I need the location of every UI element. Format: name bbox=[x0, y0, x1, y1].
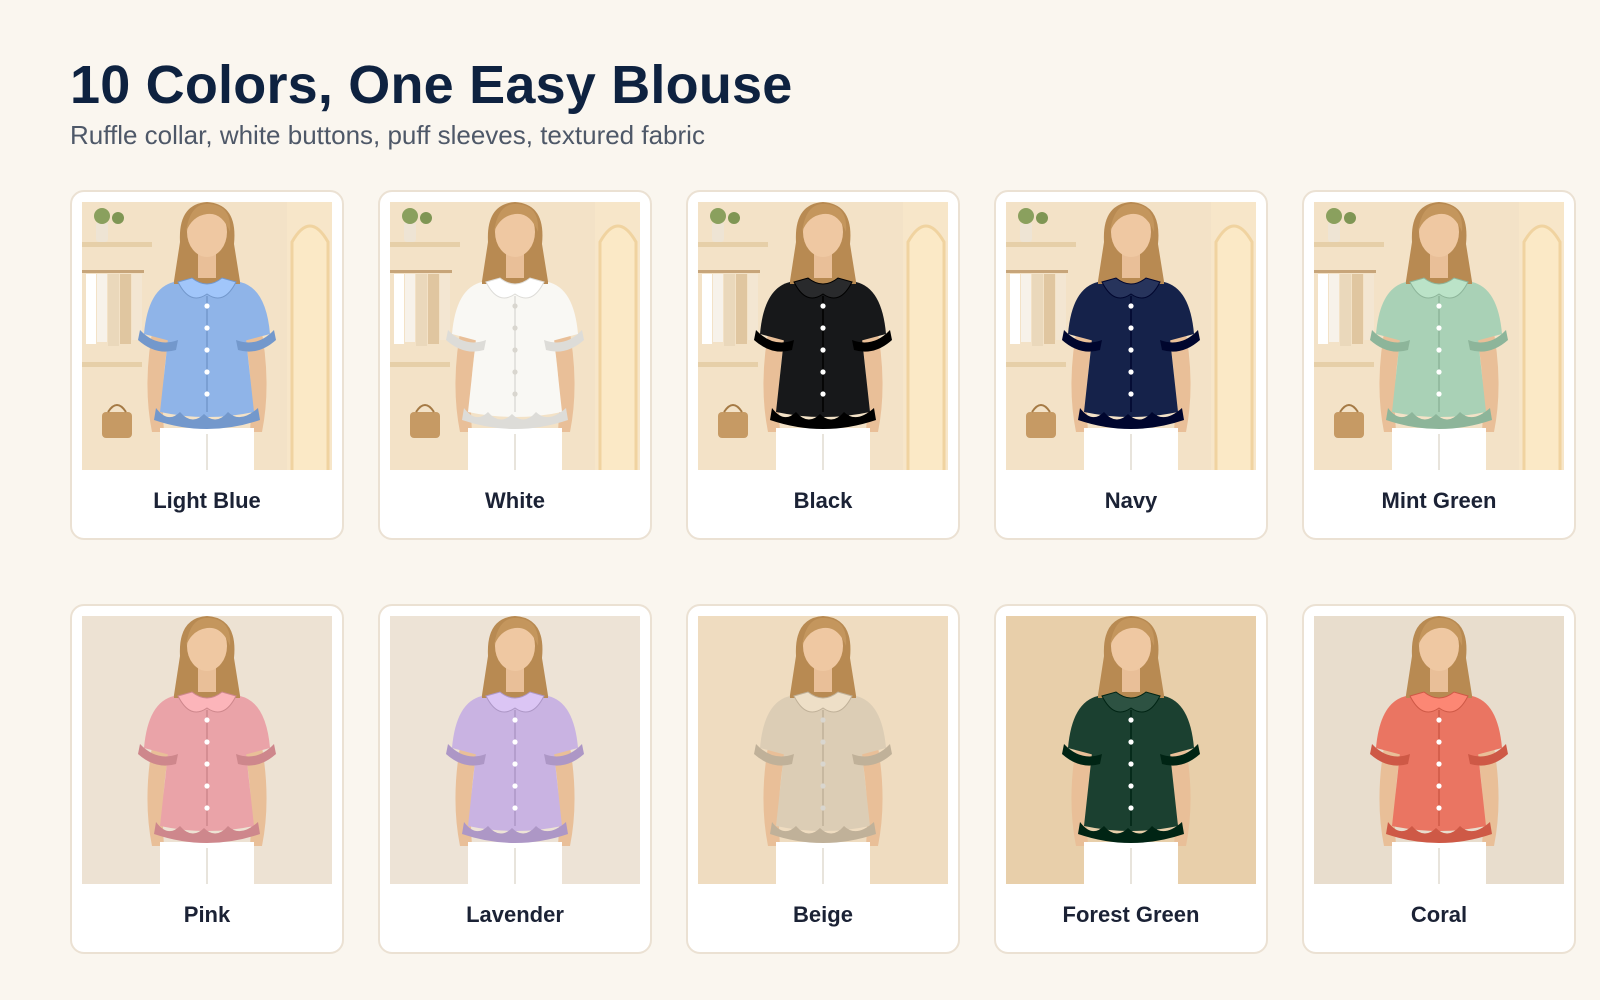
model-illustration bbox=[698, 202, 948, 470]
product-photo-mint-green bbox=[1314, 202, 1564, 470]
color-card-lavender[interactable]: Lavender bbox=[378, 604, 652, 954]
model-illustration bbox=[390, 616, 640, 884]
product-photo-light-blue bbox=[82, 202, 332, 470]
product-photo-forest-green bbox=[1006, 616, 1256, 884]
color-card-light-blue[interactable]: Light Blue bbox=[70, 190, 344, 540]
product-photo-navy bbox=[1006, 202, 1256, 470]
color-label: Navy bbox=[1104, 488, 1158, 513]
color-label: Coral bbox=[1410, 902, 1468, 927]
color-label: Black bbox=[793, 488, 853, 513]
model-illustration bbox=[1006, 616, 1256, 884]
color-grid: Light Blue White Black Navy Mint Green P… bbox=[70, 190, 1576, 954]
color-label: Lavender bbox=[466, 902, 564, 927]
product-photo-lavender bbox=[390, 616, 640, 884]
page-title: 10 Colors, One Easy Blouse bbox=[70, 55, 793, 115]
product-photo-white bbox=[390, 202, 640, 470]
color-card-forest-green[interactable]: Forest Green bbox=[994, 604, 1268, 954]
product-photo-black bbox=[698, 202, 948, 470]
color-label: Pink bbox=[183, 902, 231, 927]
color-card-white[interactable]: White bbox=[378, 190, 652, 540]
model-illustration bbox=[1314, 616, 1564, 884]
product-photo-coral bbox=[1314, 616, 1564, 884]
color-card-mint-green[interactable]: Mint Green bbox=[1302, 190, 1576, 540]
color-label: White bbox=[485, 488, 545, 513]
model-illustration bbox=[1006, 202, 1256, 470]
color-label: Forest Green bbox=[1062, 902, 1200, 927]
model-illustration bbox=[1314, 202, 1564, 470]
model-illustration bbox=[390, 202, 640, 470]
color-label: Mint Green bbox=[1381, 488, 1497, 513]
model-illustration bbox=[82, 616, 332, 884]
page-subtitle: Ruffle collar, white buttons, puff sleev… bbox=[70, 120, 705, 150]
color-card-black[interactable]: Black bbox=[686, 190, 960, 540]
color-card-beige[interactable]: Beige bbox=[686, 604, 960, 954]
color-label: Light Blue bbox=[153, 488, 261, 513]
color-card-navy[interactable]: Navy bbox=[994, 190, 1268, 540]
color-card-coral[interactable]: Coral bbox=[1302, 604, 1576, 954]
product-photo-beige bbox=[698, 616, 948, 884]
model-illustration bbox=[698, 616, 948, 884]
product-photo-pink bbox=[82, 616, 332, 884]
model-illustration bbox=[82, 202, 332, 470]
header: 10 Colors, One Easy Blouse Ruffle collar… bbox=[70, 52, 792, 152]
color-card-pink[interactable]: Pink bbox=[70, 604, 344, 954]
color-label: Beige bbox=[793, 902, 853, 927]
